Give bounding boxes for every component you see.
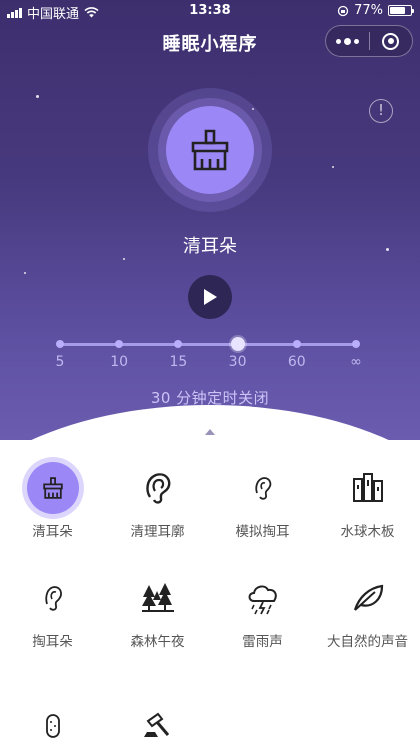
timer-tick[interactable] <box>292 340 301 348</box>
play-icon <box>204 289 217 305</box>
timer-tick-label: 30 <box>228 354 247 370</box>
timer-tick[interactable] <box>56 340 64 348</box>
ear-outline-icon <box>132 462 184 514</box>
sound-item[interactable]: 雷雨声 <box>210 572 315 651</box>
sound-item-label: 掏耳朵 <box>32 634 73 650</box>
halo-inner <box>158 98 262 202</box>
status-bar: 中国联通 13:38 77% <box>0 0 420 22</box>
timer-tick[interactable] <box>115 340 124 348</box>
status-right: 77% <box>337 3 414 18</box>
sound-item-label: 清耳朵 <box>32 524 73 540</box>
brush-icon <box>166 106 254 194</box>
timer-slider[interactable] <box>56 337 360 351</box>
battery-fill <box>390 7 406 14</box>
ear-icon <box>27 572 79 624</box>
sound-item-label: 大自然的声音 <box>327 634 408 650</box>
sound-item-label: 水球木板 <box>340 524 395 540</box>
battery-percent: 77% <box>354 3 383 18</box>
sound-item[interactable]: 大自然的声音 <box>315 572 420 651</box>
sound-item[interactable] <box>0 700 105 747</box>
timer-tick-label: 15 <box>169 354 188 370</box>
sound-item-label: 清理耳廓 <box>130 524 185 540</box>
wood-boards-icon <box>342 462 394 514</box>
sound-item[interactable]: 清理耳廓 <box>105 462 210 541</box>
miniprogram-capsule <box>325 25 413 57</box>
close-miniprogram-button[interactable] <box>369 26 412 56</box>
timer-tick[interactable] <box>352 340 360 348</box>
current-sound-halo <box>148 88 272 212</box>
sound-item[interactable]: 模拟掏耳 <box>210 462 315 541</box>
brush-icon <box>26 462 79 514</box>
star <box>24 272 26 274</box>
play-button[interactable] <box>188 275 232 319</box>
timer-tick-label: ∞ <box>350 354 362 370</box>
timer-tick[interactable] <box>174 340 183 348</box>
info-button[interactable]: ! <box>369 99 393 123</box>
more-menu-button[interactable] <box>326 26 369 56</box>
ear-small-icon <box>237 462 289 514</box>
battery-icon <box>388 5 414 16</box>
sound-item-label: 森林午夜 <box>130 634 185 650</box>
timer-slider-thumb[interactable] <box>230 337 245 351</box>
sound-item[interactable] <box>105 700 210 747</box>
current-sound-title: 清耳朵 <box>183 236 237 257</box>
rotation-lock-icon <box>337 5 349 16</box>
star <box>332 166 334 168</box>
sound-item[interactable]: 森林午夜 <box>105 572 210 651</box>
timer-tick-label: 10 <box>110 354 129 370</box>
sound-item[interactable]: 掏耳朵 <box>0 572 105 651</box>
sound-item-label: 雷雨声 <box>242 634 283 650</box>
sound-item[interactable]: 水球木板 <box>315 462 420 541</box>
leaf-icon <box>342 572 394 624</box>
star <box>36 95 39 98</box>
timer-tick-label: 60 <box>287 354 306 370</box>
capsule-icon <box>27 700 79 747</box>
timer-tick-label: 5 <box>55 354 65 370</box>
hammer-icon <box>132 700 184 747</box>
collapse-arrow-icon[interactable] <box>205 429 215 435</box>
player-header: 中国联通 13:38 77% 睡眠小程序 ! 清耳朵 5 10 15 30 60… <box>0 0 420 440</box>
sound-item-label: 模拟掏耳 <box>235 524 290 540</box>
thunderstorm-icon <box>237 572 289 624</box>
forest-icon <box>132 572 184 624</box>
star <box>123 258 125 260</box>
sound-item[interactable]: 清耳朵 <box>0 462 105 541</box>
